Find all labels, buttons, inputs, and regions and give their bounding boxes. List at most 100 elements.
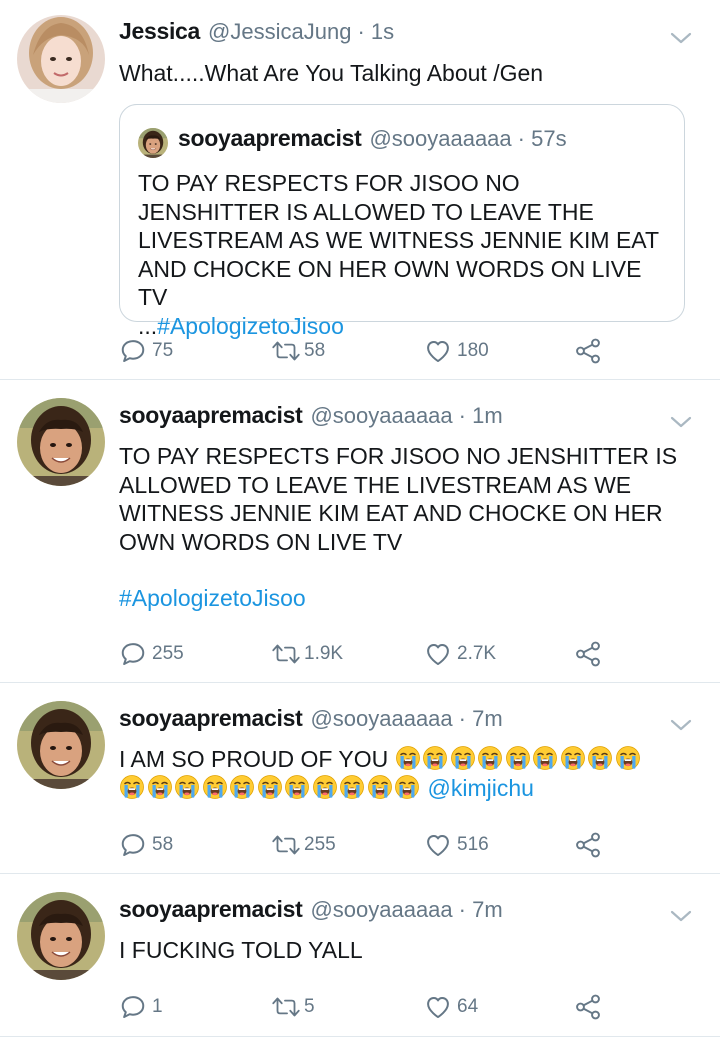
like-button[interactable]: 516 [424, 830, 489, 860]
loudly-crying-face-emoji [119, 774, 145, 800]
like-count: 64 [457, 996, 479, 1017]
retweet-count: 255 [304, 834, 336, 855]
avatar[interactable] [138, 128, 168, 158]
like-button[interactable]: 2.7K [424, 639, 496, 669]
loudly-crying-face-emoji [229, 774, 255, 800]
tweet-header: Jessica @JessicaJung · 1s [119, 18, 660, 48]
tweet-header: sooyaapremacist @sooyaaaaaa · 1m [119, 402, 660, 432]
reply-button[interactable]: 75 [119, 336, 173, 366]
share-button[interactable] [573, 992, 603, 1022]
loudly-crying-face-emoji [450, 745, 476, 771]
display-name[interactable]: sooyaapremacist [119, 402, 303, 429]
emoji-row [395, 746, 643, 772]
share-button[interactable] [573, 639, 603, 669]
share-icon [573, 830, 603, 860]
loudly-crying-face-emoji [394, 774, 420, 800]
tweet-actions: 75 58 180 [119, 336, 609, 366]
heart-icon [424, 993, 452, 1021]
timestamp[interactable]: · 7m [459, 897, 503, 923]
timestamp[interactable]: · 1s [357, 19, 394, 45]
like-button[interactable]: 64 [424, 992, 478, 1022]
reply-count: 75 [152, 340, 174, 361]
tweet[interactable]: Jessica @JessicaJung · 1s What.....What … [0, 0, 720, 380]
tweet-text: I AM SO PROUD OF YOU @kimjichu [119, 745, 692, 802]
quoted-tweet-text: TO PAY RESPECTS FOR JISOO NO JENSHITTER … [138, 169, 666, 340]
tweet-text-line: I FUCKING TOLD YALL [119, 937, 363, 963]
hashtag-link[interactable]: #ApologizetoJisoo [157, 313, 344, 339]
tweet[interactable]: sooyaapremacist @sooyaaaaaa · 7m I AM SO… [0, 683, 720, 874]
timestamp[interactable]: · 7m [459, 706, 503, 732]
retweet-icon [269, 641, 303, 667]
timestamp[interactable]: · 1m [459, 403, 503, 429]
handle[interactable]: @JessicaJung [208, 19, 351, 45]
retweet-icon [269, 832, 303, 858]
loudly-crying-face-emoji [367, 774, 393, 800]
retweet-icon [269, 338, 303, 364]
reply-icon [119, 993, 147, 1021]
reply-icon [119, 640, 147, 668]
reply-button[interactable]: 1 [119, 992, 163, 1022]
reply-button[interactable]: 58 [119, 830, 173, 860]
like-count: 180 [457, 340, 489, 361]
handle[interactable]: @sooyaaaaaa [310, 706, 452, 732]
like-count: 2.7K [457, 643, 497, 664]
tweet-header: sooyaapremacist @sooyaaaaaa · 7m [119, 896, 660, 926]
handle[interactable]: @sooyaaaaaa [310, 403, 452, 429]
loudly-crying-face-emoji [615, 745, 641, 771]
tweet-text: What.....What Are You Talking About /Gen [119, 59, 692, 88]
loudly-crying-face-emoji [312, 774, 338, 800]
chevron-down-icon[interactable] [668, 412, 694, 432]
quoted-text: TO PAY RESPECTS FOR JISOO NO JENSHITTER … [138, 170, 659, 310]
loudly-crying-face-emoji [422, 745, 448, 771]
retweet-count: 5 [304, 996, 315, 1017]
mention-link[interactable]: @kimjichu [428, 775, 534, 801]
avatar[interactable] [17, 398, 105, 486]
tweet-header: sooyaapremacist @sooyaaaaaa · 7m [119, 705, 660, 735]
reply-icon [119, 337, 147, 365]
quoted-tweet[interactable]: sooyaapremacist @sooyaaaaaa · 57s TO PAY… [119, 104, 685, 339]
share-button[interactable] [573, 830, 603, 860]
hashtag-link[interactable]: #ApologizetoJisoo [119, 585, 306, 611]
share-icon [573, 336, 603, 366]
avatar[interactable] [17, 892, 105, 980]
chevron-down-icon[interactable] [668, 28, 694, 48]
loudly-crying-face-emoji [587, 745, 613, 771]
avatar[interactable] [17, 701, 105, 789]
tweet-text-line: I AM SO PROUD OF YOU [119, 746, 389, 772]
loudly-crying-face-emoji [284, 774, 310, 800]
loudly-crying-face-emoji [339, 774, 365, 800]
tweet[interactable]: sooyaapremacist @sooyaaaaaa · 7m I FUCKI… [0, 874, 720, 1037]
display-name[interactable]: sooyaapremacist [119, 896, 303, 923]
retweet-icon [269, 994, 303, 1020]
quoted-tweet-header: sooyaapremacist @sooyaaaaaa · 57s [178, 125, 567, 155]
retweet-button[interactable]: 255 [269, 830, 336, 860]
share-icon [573, 639, 603, 669]
tweet-text: I FUCKING TOLD YALL [119, 936, 692, 965]
loudly-crying-face-emoji [477, 745, 503, 771]
chevron-down-icon[interactable] [668, 715, 694, 735]
tweet-actions: 58 255 516 [119, 830, 609, 860]
reply-count: 1 [152, 996, 163, 1017]
tweet-actions: 1 5 64 [119, 992, 609, 1022]
like-count: 516 [457, 834, 489, 855]
reply-button[interactable]: 255 [119, 639, 184, 669]
tweet-text: TO PAY RESPECTS FOR JISOO NO JENSHITTER … [119, 442, 692, 613]
display-name[interactable]: sooyaapremacist [119, 705, 303, 732]
avatar[interactable] [17, 15, 105, 103]
timestamp: · 57s [517, 126, 567, 151]
loudly-crying-face-emoji [560, 745, 586, 771]
retweet-button[interactable]: 5 [269, 992, 315, 1022]
retweet-button[interactable]: 1.9K [269, 639, 343, 669]
heart-icon [424, 640, 452, 668]
emoji-row [119, 775, 422, 801]
display-name[interactable]: Jessica [119, 18, 200, 45]
handle[interactable]: @sooyaaaaaa [310, 897, 452, 923]
tweet-text-line: TO PAY RESPECTS FOR JISOO NO JENSHITTER … [119, 443, 678, 555]
heart-icon [424, 337, 452, 365]
chevron-down-icon[interactable] [668, 906, 694, 926]
handle: @sooyaaaaaa [369, 126, 512, 151]
retweet-button[interactable]: 58 [269, 336, 325, 366]
tweet[interactable]: sooyaapremacist @sooyaaaaaa · 1m TO PAY … [0, 380, 720, 683]
like-button[interactable]: 180 [424, 336, 489, 366]
share-button[interactable] [573, 336, 603, 366]
